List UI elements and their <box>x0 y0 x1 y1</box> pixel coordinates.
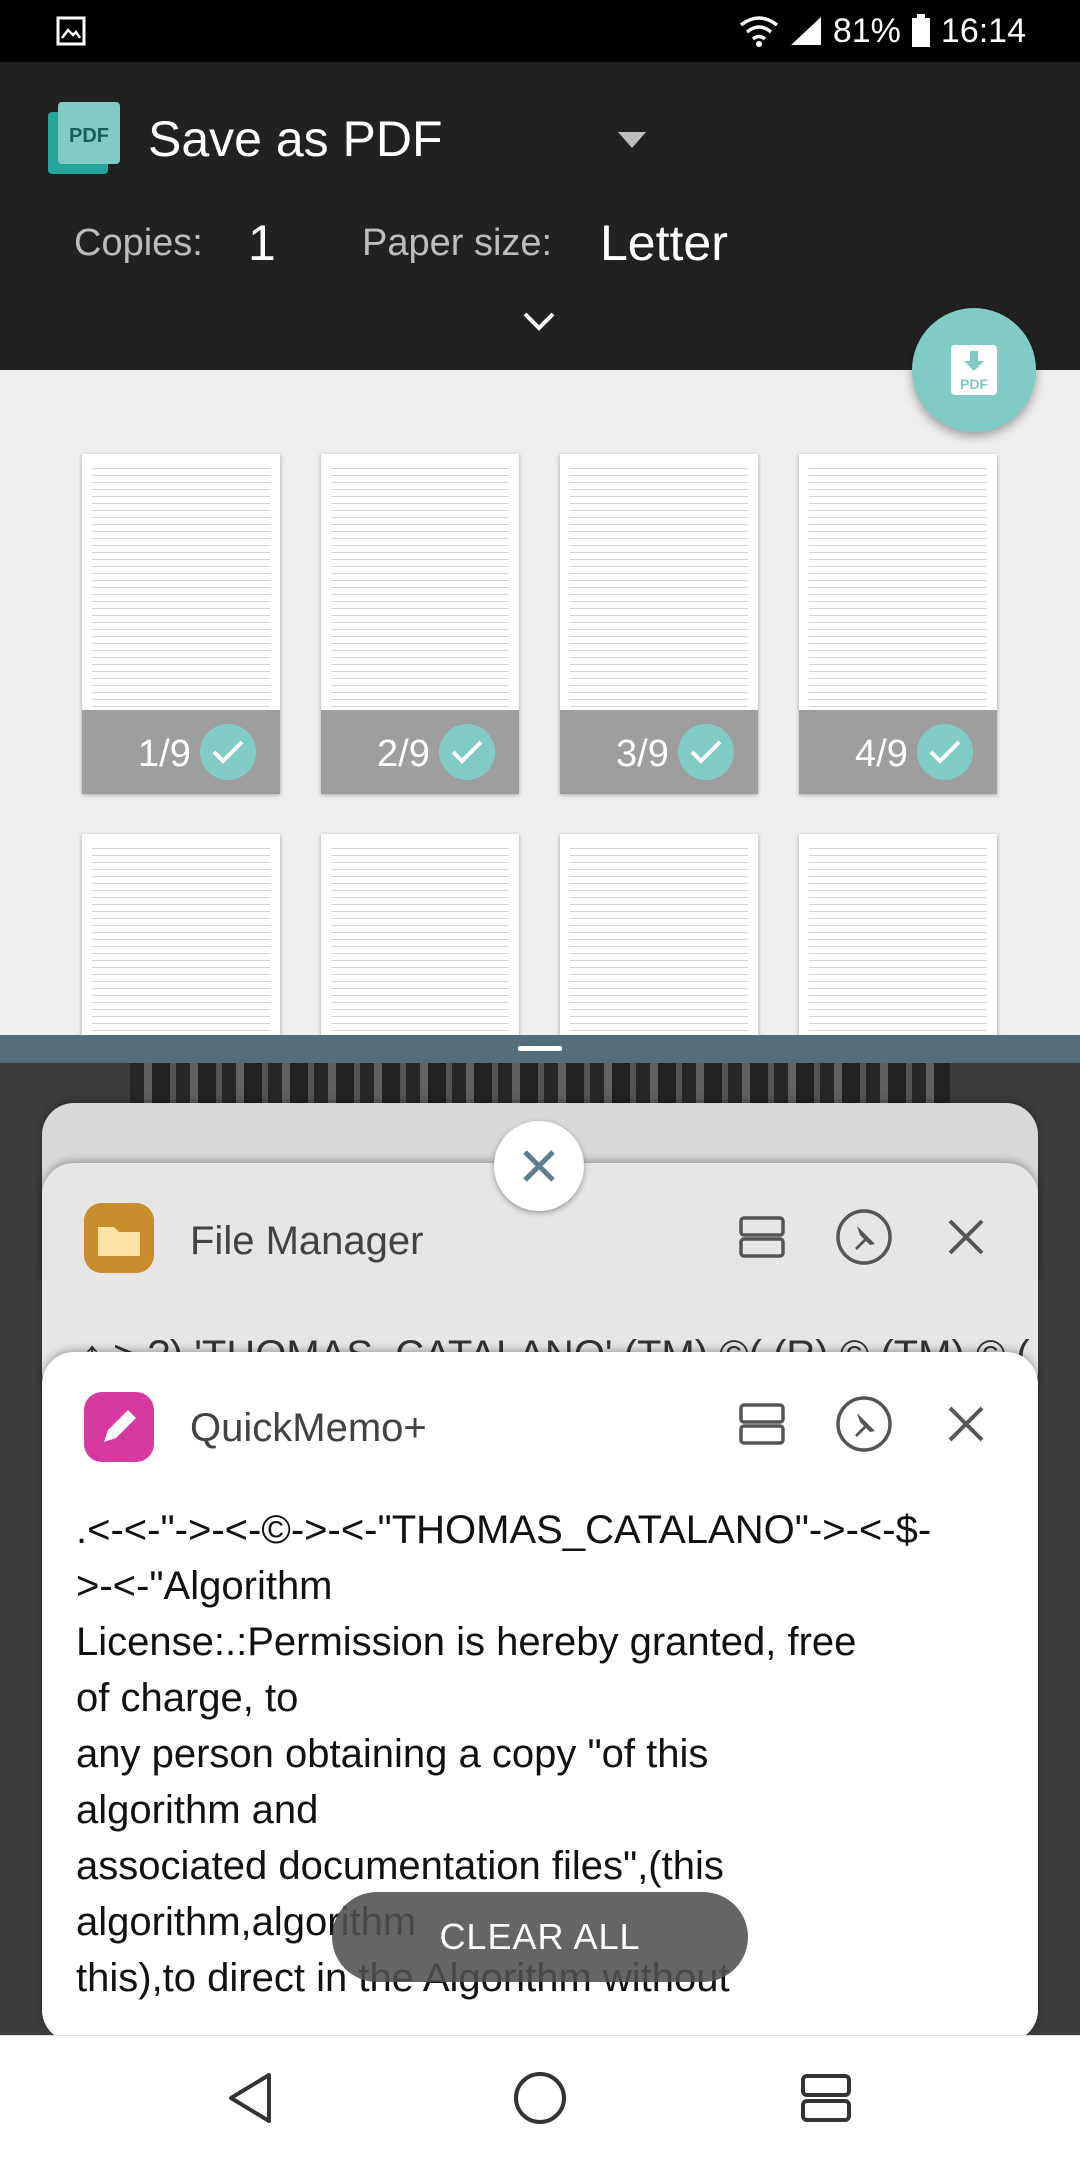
page-number: 1/9 <box>138 733 191 775</box>
printer-selector[interactable]: Save as PDF <box>148 110 443 168</box>
battery-percent: 81% <box>832 11 901 50</box>
background-app-preview <box>130 1063 950 1107</box>
save-pdf-button[interactable]: PDF <box>912 308 1036 432</box>
print-preview-area[interactable]: 1/9 2/9 3/9 4/9 <box>0 370 1080 1035</box>
split-view-button[interactable] <box>732 1394 792 1454</box>
memo-line: >-<-"Algorithm <box>76 1564 333 1608</box>
copies-value[interactable]: 1 <box>248 214 276 272</box>
memo-line: License:.:Permission is hereby granted, … <box>76 1620 857 1664</box>
print-header: PDF Save as PDF Copies: 1 Paper size: Le… <box>0 62 1080 370</box>
check-icon[interactable] <box>917 724 973 780</box>
paper-size-label: Paper size: <box>362 222 553 264</box>
check-icon[interactable] <box>439 724 495 780</box>
file-manager-icon <box>84 1203 154 1273</box>
signal-icon <box>790 17 821 45</box>
close-icon <box>948 1406 984 1442</box>
gallery-icon <box>56 16 86 46</box>
page-content-preview <box>809 848 987 1035</box>
svg-text:PDF: PDF <box>69 125 109 147</box>
close-icon <box>948 1219 984 1255</box>
memo-line: algorithm and <box>76 1788 319 1832</box>
divider-handle[interactable] <box>518 1046 562 1051</box>
recents-icon <box>801 2074 851 2122</box>
pdf-logo-icon: PDF <box>48 102 120 174</box>
dropdown-caret-icon[interactable] <box>618 132 646 148</box>
page-footer: 2/9 <box>321 710 519 794</box>
close-icon <box>523 1150 555 1182</box>
back-icon <box>229 2073 271 2123</box>
page-number: 4/9 <box>855 733 908 775</box>
card-title: File Manager <box>190 1219 424 1263</box>
page-footer: 4/9 <box>799 710 997 794</box>
page-thumbnail[interactable]: 1/9 <box>82 454 280 794</box>
page-content-preview <box>570 848 748 1035</box>
clock: 16:14 <box>940 11 1026 50</box>
pin-icon <box>836 1209 892 1265</box>
card-title: QuickMemo+ <box>190 1406 427 1450</box>
pin-button[interactable] <box>834 1207 894 1267</box>
clear-all-button[interactable]: CLEAR ALL <box>332 1892 748 1982</box>
page-thumbnail[interactable] <box>321 834 519 1035</box>
split-view-icon <box>739 1403 785 1445</box>
quickmemo-icon <box>84 1392 154 1462</box>
copies-label: Copies: <box>74 222 203 264</box>
page-footer: 3/9 <box>560 710 758 794</box>
dismiss-button[interactable] <box>494 1121 584 1211</box>
navigation-bar <box>0 2035 1080 2160</box>
wifi-icon <box>739 16 778 47</box>
download-pdf-icon: PDF <box>951 345 997 395</box>
home-icon <box>514 2072 566 2124</box>
chevron-down-icon[interactable] <box>522 310 556 332</box>
close-app-button[interactable] <box>936 1394 996 1454</box>
memo-line: any person obtaining a copy "of this <box>76 1732 709 1776</box>
svg-text:PDF: PDF <box>960 376 988 392</box>
check-icon[interactable] <box>678 724 734 780</box>
page-thumbnail[interactable] <box>560 834 758 1035</box>
split-view-button[interactable] <box>732 1207 792 1267</box>
page-footer: 1/9 <box>82 710 280 794</box>
close-app-button[interactable] <box>936 1207 996 1267</box>
status-bar: 81% 16:14 <box>0 0 1080 62</box>
page-thumbnail[interactable] <box>799 834 997 1035</box>
back-button[interactable] <box>210 2058 290 2138</box>
memo-line: of charge, to <box>76 1676 299 1720</box>
page-content-preview <box>92 848 270 1035</box>
home-button[interactable] <box>500 2058 580 2138</box>
check-icon[interactable] <box>200 724 256 780</box>
memo-line: .<-<-"->-<-©->-<-"THOMAS_CATALANO"->-<-$… <box>76 1508 932 1552</box>
page-content-preview <box>331 848 509 1035</box>
split-view-icon <box>739 1216 785 1258</box>
page-number: 2/9 <box>377 733 430 775</box>
memo-line: associated documentation files",(this <box>76 1844 724 1888</box>
page-thumbnail[interactable]: 4/9 <box>799 454 997 794</box>
pin-button[interactable] <box>834 1394 894 1454</box>
battery-icon <box>911 14 930 47</box>
page-thumbnail[interactable] <box>82 834 280 1035</box>
pin-icon <box>836 1396 892 1452</box>
paper-size-value[interactable]: Letter <box>600 214 728 272</box>
page-thumbnail[interactable]: 3/9 <box>560 454 758 794</box>
page-number: 3/9 <box>616 733 669 775</box>
page-thumbnail[interactable]: 2/9 <box>321 454 519 794</box>
recents-button[interactable] <box>786 2058 866 2138</box>
